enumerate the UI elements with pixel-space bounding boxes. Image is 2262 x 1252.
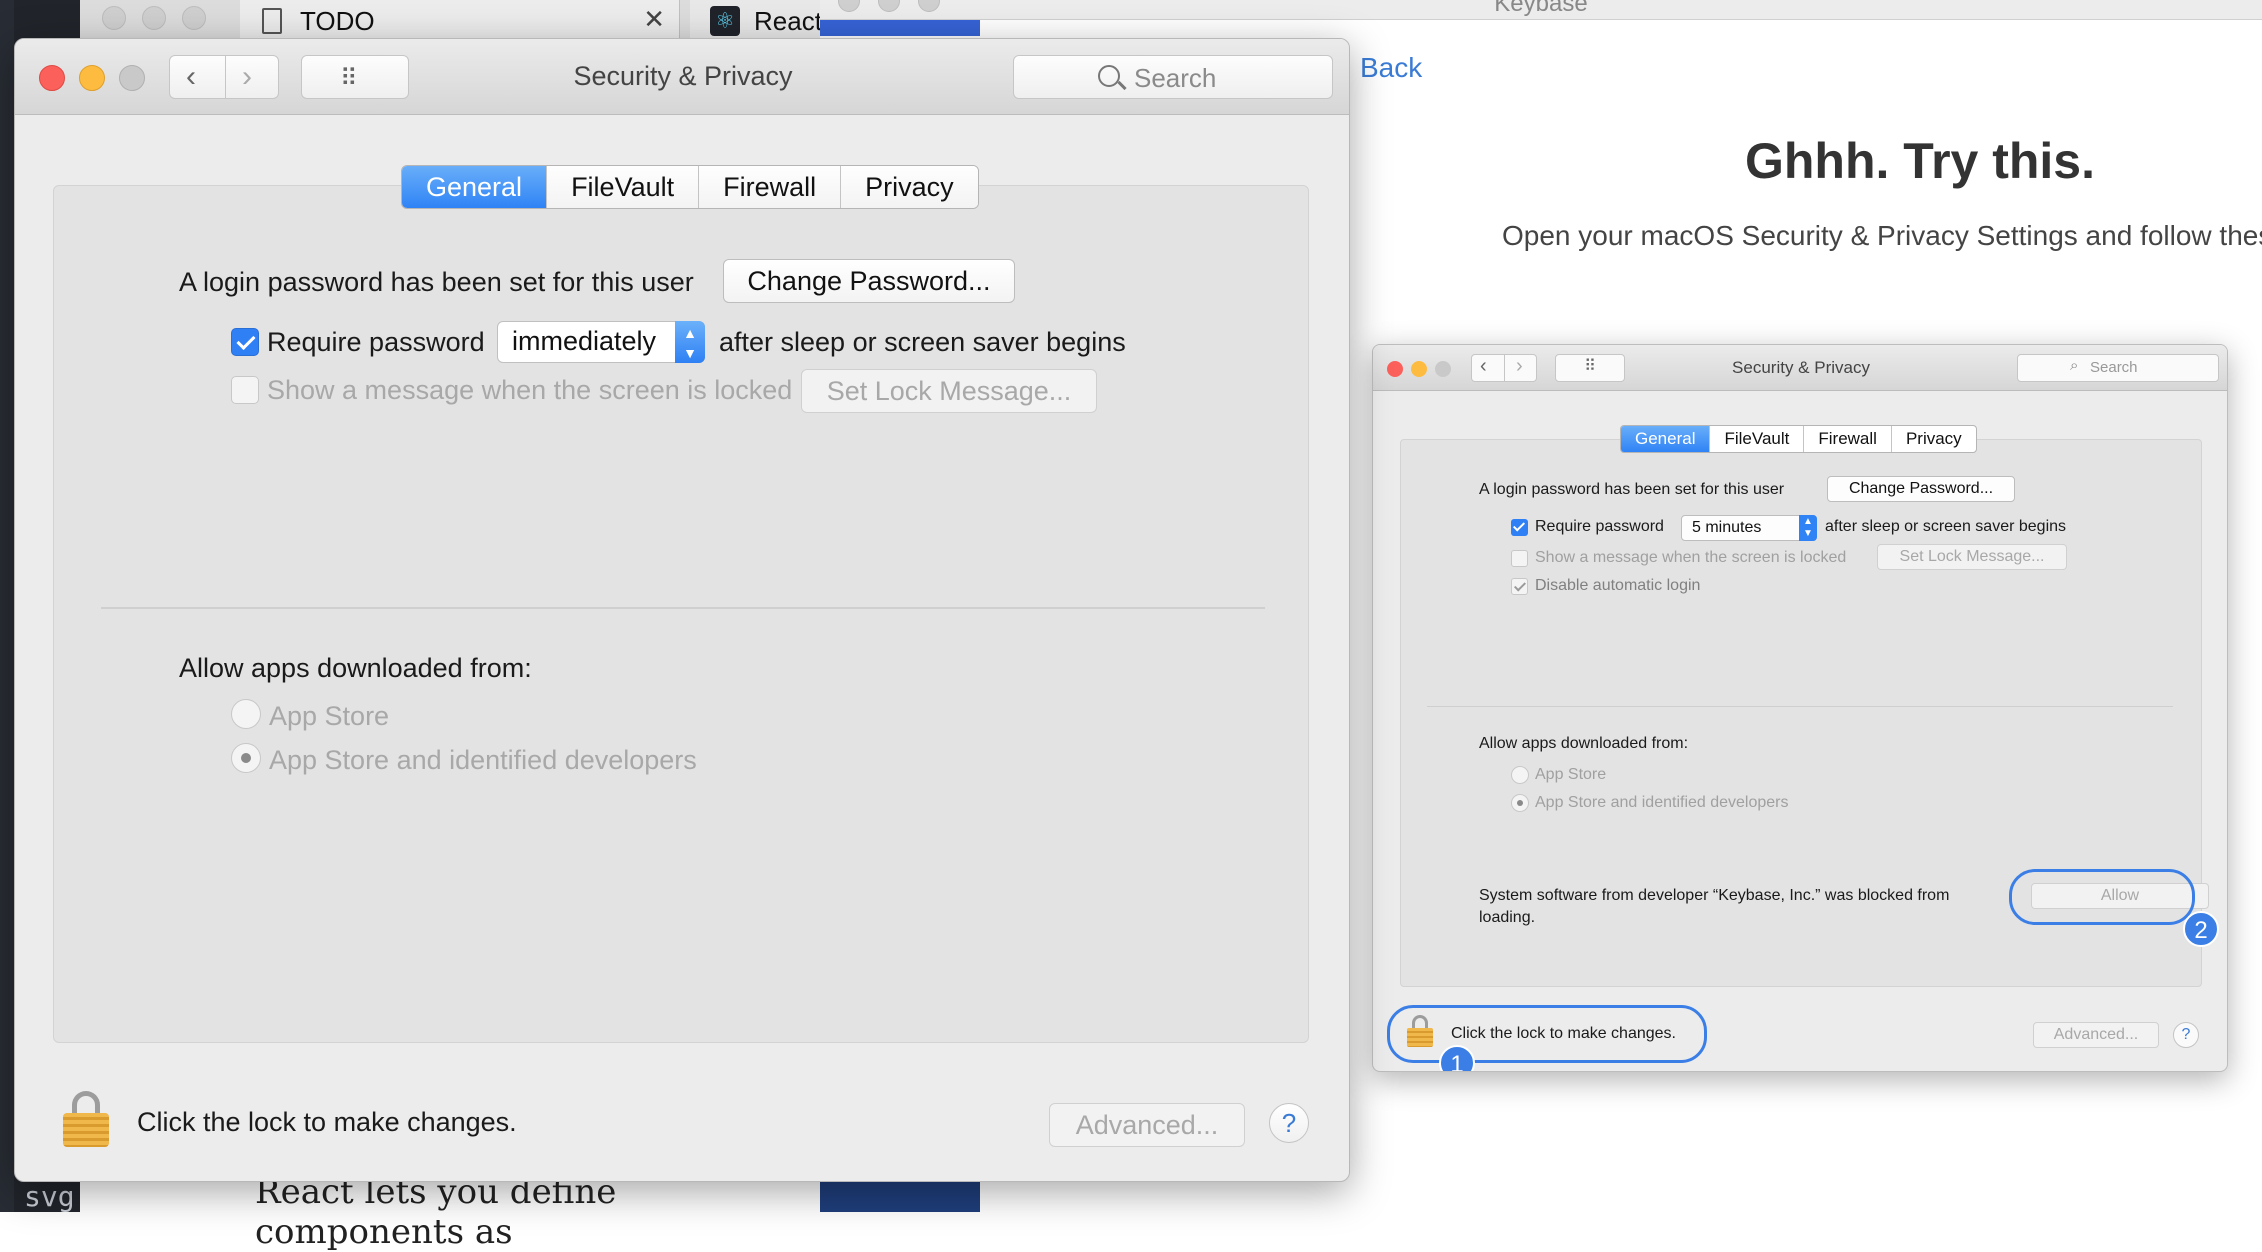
change-password-button[interactable]: Change Password...: [723, 259, 1015, 303]
keybase-titlebar: Keybase: [820, 0, 2262, 20]
search-placeholder: Search: [1134, 63, 1217, 93]
login-password-text: A login password has been set for this u…: [179, 267, 694, 297]
mini-show-message-label: Show a message when the screen is locked: [1535, 549, 1847, 566]
section-divider: [101, 607, 1265, 609]
window-toolbar: ‹ › ⠿ Security & Privacy Search: [15, 39, 1349, 115]
mini-tab-bar: General FileVault Firewall Privacy: [1620, 425, 1977, 453]
radio-app-store[interactable]: [231, 699, 261, 729]
popup-value: immediately: [512, 326, 657, 356]
mini-tab-privacy: Privacy: [1905, 429, 1962, 448]
callout-ring-allow: [2009, 869, 2195, 925]
background-page-text: React lets you define components as: [255, 1172, 617, 1252]
tab-privacy[interactable]: Privacy: [841, 166, 978, 208]
browser-tab-label: TODO: [300, 6, 375, 36]
react-logo-icon: ⚛: [710, 6, 740, 36]
callout-ring-lock: [1387, 1005, 1707, 1063]
security-privacy-window: ‹ › ⠿ Security & Privacy Search General …: [14, 38, 1350, 1182]
mini-allow-apps-label: Allow apps downloaded from:: [1479, 735, 1689, 752]
mini-advanced-button: Advanced...: [2033, 1022, 2159, 1048]
mini-tab-firewall: Firewall: [1804, 426, 1892, 452]
tab-firewall[interactable]: Firewall: [699, 166, 842, 208]
mini-divider: [1427, 706, 2173, 707]
browser-tab-label: React: [754, 6, 822, 36]
radio-identified-developers[interactable]: [231, 743, 261, 773]
mini-disable-login-checkbox: [1511, 578, 1528, 595]
mini-show-message-checkbox: [1511, 550, 1528, 567]
radio-app-store-label: App Store: [269, 701, 390, 731]
help-button[interactable]: ?: [1269, 1103, 1309, 1143]
tab-general[interactable]: General: [402, 166, 548, 208]
tab-bar: General FileVault Firewall Privacy: [401, 165, 979, 209]
show-message-checkbox[interactable]: [231, 376, 259, 404]
mini-set-lock-message-button: Set Lock Message...: [1877, 544, 2067, 570]
mini-toolbar: ‹ › ⠿ Security & Privacy ⌕ Search: [1373, 345, 2227, 391]
mini-blocked-text: System software from developer “Keybase,…: [1479, 887, 1950, 904]
mini-after-sleep-text: after sleep or screen saver begins: [1825, 518, 2067, 535]
show-message-label: Show a message when the screen is locked: [267, 375, 793, 405]
traffic-light: [182, 6, 206, 30]
background-page-content: React lets you define components as: [80, 1172, 820, 1252]
tab-filevault[interactable]: FileVault: [547, 166, 700, 208]
require-password-popup[interactable]: immediately ▲ ▼: [497, 321, 705, 363]
lock-icon[interactable]: [63, 1091, 109, 1147]
popup-stepper-icon: ▲ ▼: [675, 321, 705, 363]
mini-radio-label: App Store: [1535, 766, 1607, 783]
set-lock-message-button[interactable]: Set Lock Message...: [801, 369, 1097, 413]
mini-radio-identified-developers: [1511, 794, 1529, 812]
popup-stepper-icon: ▲ ▼: [1799, 515, 1817, 541]
traffic-light: [142, 6, 166, 30]
mini-require-password-checkbox: [1511, 519, 1528, 536]
traffic-light: [102, 6, 126, 30]
advanced-button[interactable]: Advanced...: [1049, 1103, 1245, 1147]
mini-tab-filevault: FileVault: [1710, 426, 1805, 452]
mini-radio-app-store: [1511, 766, 1529, 784]
mini-search-box: ⌕ Search: [2017, 354, 2219, 382]
mini-require-password-label: Require password: [1535, 518, 1664, 535]
mini-require-password-popup: 5 minutes ▲ ▼: [1681, 515, 1817, 541]
mini-help-button: ?: [2173, 1022, 2199, 1048]
mini-login-password-text: A login password has been set for this u…: [1479, 481, 1785, 498]
instruction-screenshot: ‹ › ⠿ Security & Privacy ⌕ Search Genera…: [1372, 344, 2228, 1072]
editor-background: [0, 0, 14, 1212]
mini-radio-label: App Store and identified developers: [1535, 794, 1789, 811]
general-content-panel: [53, 185, 1309, 1043]
mini-disable-login-label: Disable automatic login: [1535, 577, 1701, 594]
browser-tab-react[interactable]: ⚛ React: [690, 0, 822, 40]
editor-text: svg: [24, 1180, 75, 1213]
mini-blocked-text: loading.: [1479, 909, 1536, 926]
keybase-heading: Ghhh. Try this.: [1744, 133, 2096, 189]
mini-change-password-button: Change Password...: [1827, 476, 2015, 502]
browser-tab-todo[interactable]: TODO ✕: [240, 0, 680, 40]
keybase-accent-bar: [820, 20, 980, 36]
require-password-checkbox[interactable]: [231, 328, 259, 356]
document-icon: [262, 8, 282, 34]
require-password-label: Require password: [267, 327, 485, 357]
allow-apps-label: Allow apps downloaded from:: [179, 653, 532, 683]
mini-tab-general: General: [1621, 426, 1711, 452]
callout-badge-2: 2: [2183, 911, 2219, 947]
search-icon: [1098, 65, 1120, 87]
keybase-subheading: Open your macOS Security & Privacy Setti…: [1502, 220, 2262, 251]
after-sleep-text: after sleep or screen saver begins: [719, 327, 1126, 357]
close-tab-icon[interactable]: ✕: [643, 4, 665, 35]
search-icon: ⌕: [2070, 357, 2079, 374]
back-link[interactable]: Back: [1360, 52, 1422, 84]
mini-popup-value: 5 minutes: [1692, 519, 1762, 536]
mini-search-placeholder: Search: [2090, 359, 2138, 376]
lock-text: Click the lock to make changes.: [137, 1107, 517, 1137]
radio-identified-developers-label: App Store and identified developers: [269, 745, 697, 775]
search-input[interactable]: Search: [1013, 55, 1333, 99]
keybase-window-title: Keybase: [1494, 0, 1588, 17]
